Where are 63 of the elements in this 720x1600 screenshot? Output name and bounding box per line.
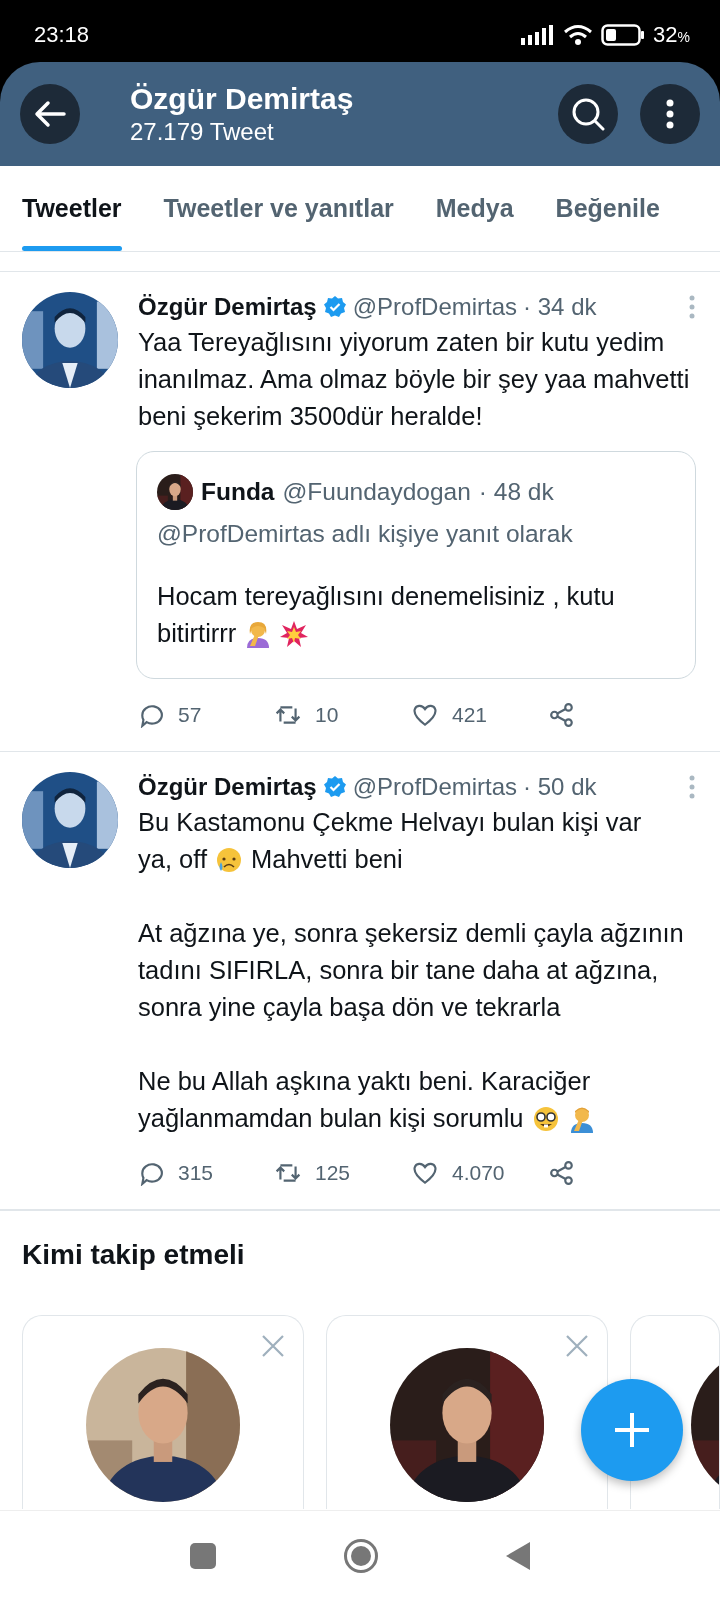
wifi-icon [563,24,594,46]
author-name: Özgür Demirtaş [138,773,317,801]
back-button[interactable] [20,84,80,144]
tweet-text: Mahvetti beni [251,844,403,875]
like-count: 421 [452,703,488,727]
share-icon[interactable] [549,1160,575,1186]
retweet-count: 125 [315,1161,351,1185]
crying-face-icon [215,845,243,874]
profile-name: Özgür Demirtaş [130,82,355,116]
tweet-text: yağlanmamdan bulan kişi sorumlu [138,1103,524,1134]
tab[interactable]: Medya [435,166,514,251]
tweet-count: 27.179 Tweet [130,118,275,146]
reply-count: 57 [178,703,202,727]
tab[interactable]: Tweetler ve yanıtlar [163,166,394,251]
author-handle: @ProfDemirtas [352,293,518,321]
section-title: Kimi takip etmeli [22,1239,246,1271]
battery-icon [601,24,646,46]
tweet-text: Bu Kastamonu Çekme Helvayı bulan kişi var [138,807,642,838]
tab[interactable]: Beğenile [555,166,660,251]
circle-icon [343,1537,379,1574]
recents-button[interactable] [189,1541,217,1570]
tweet-text: Hocam tereyağlısını denemelisiniz , kutu [157,581,615,612]
percent-sign: % [677,29,690,45]
back-nav-button[interactable] [505,1540,531,1571]
author-name: Funda [201,478,275,506]
tweet-time: · 34 dk [523,293,597,321]
like-icon[interactable] [412,1160,438,1186]
glasses-face-icon [531,1104,560,1133]
tweet-text: Ne bu Allah aşkına yaktı beni. Karaciğer [138,1066,591,1097]
close-icon [565,1334,589,1358]
share-icon[interactable] [549,702,575,728]
author-handle: @Fuundaydogan [282,478,471,506]
triangle-icon [505,1540,531,1571]
signal-icon [521,25,556,45]
like-count: 4.070 [452,1161,505,1185]
close-icon [261,1334,285,1358]
tweet-text: ya, off [138,844,207,875]
reply-context: @ProfDemirtas adlı kişiye yanıt olarak [157,520,574,548]
quoted-tweet-card[interactable]: Funda @Fuundaydogan · 48 dk @ProfDemirtas adlı kişiye yanıt olarak Hocam tereyağlısını denemelisiniz , kutu bitirtirrr [136,451,696,679]
burst-icon [280,619,309,648]
square-icon [189,1541,217,1570]
home-button[interactable] [343,1537,379,1574]
author-handle: @ProfDemirtas [352,773,518,801]
search-button[interactable] [558,84,618,144]
tab[interactable]: Tweetler [22,166,122,251]
tweet-text: bitirtirrr [157,618,237,649]
tweet-time: · 50 dk [523,773,597,801]
tweet-time: · 48 dk [478,478,554,506]
reply-icon[interactable] [138,1160,164,1186]
retweet-count: 10 [315,703,339,727]
author-name: Özgür Demirtaş [138,293,317,321]
battery-percent: 32 [653,22,678,47]
more-button[interactable] [640,84,700,144]
plus-icon [612,1410,652,1450]
like-icon[interactable] [412,702,438,728]
more-icon [666,99,674,129]
reply-icon[interactable] [138,702,164,728]
status-time: 23:18 [34,22,90,48]
tweet-text: At ağzına ye, sonra şekersiz demli çayla ağzının tadını SIFIRLA, sonra bir tane daha at ağzına, sonra yine çayla başa dön ve tekrarla [138,918,685,1023]
back-arrow-icon [34,100,66,128]
reply-count: 315 [178,1161,214,1185]
search-icon [571,97,605,131]
tweet-text: Yaa Tereyağlısını yiyorum zaten bir kutu yedim inanılmaz. Ama olmaz böyle bir şey yaa mahvetti beni şekerim 3500dür heralde! [138,327,691,432]
